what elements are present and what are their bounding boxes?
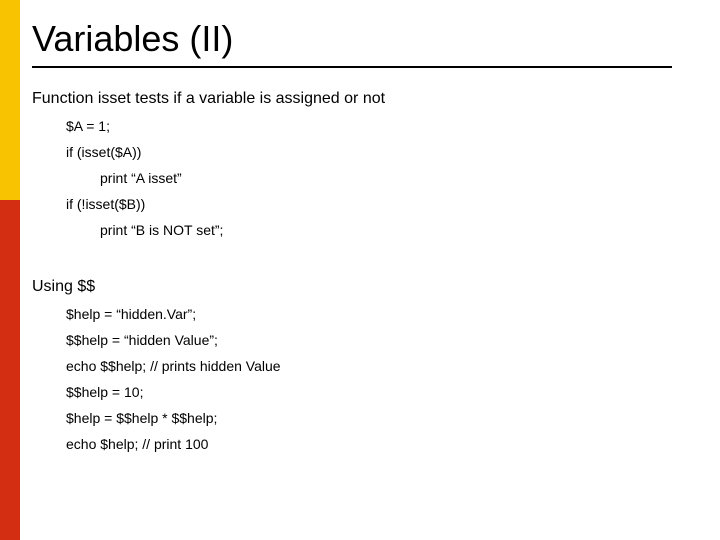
code-line: $$help = “hidden Value”; xyxy=(66,332,700,348)
code-line: $$help = 10; xyxy=(66,384,700,400)
code-line: if (isset($A)) xyxy=(66,144,700,160)
title-rule xyxy=(32,66,672,68)
slide-content: Variables (II) Function isset tests if a… xyxy=(32,18,700,462)
code-line: echo $help; // print 100 xyxy=(66,436,700,452)
slide-title: Variables (II) xyxy=(32,18,700,60)
accent-sidebar-top xyxy=(0,0,20,200)
code-line: echo $$help; // prints hidden Value xyxy=(66,358,700,374)
accent-sidebar-bottom xyxy=(0,200,20,540)
code-line: $A = 1; xyxy=(66,118,700,134)
code-line: print “A isset” xyxy=(100,170,700,186)
code-line: $help = “hidden.Var”; xyxy=(66,306,700,322)
code-line: if (!isset($B)) xyxy=(66,196,700,212)
accent-sidebar xyxy=(0,0,20,540)
section-heading-doubledollar: Using $$ xyxy=(32,278,700,296)
code-line: print “B is NOT set”; xyxy=(100,222,700,238)
section-heading-isset: Function isset tests if a variable is as… xyxy=(32,90,700,108)
code-line: $help = $$help * $$help; xyxy=(66,410,700,426)
